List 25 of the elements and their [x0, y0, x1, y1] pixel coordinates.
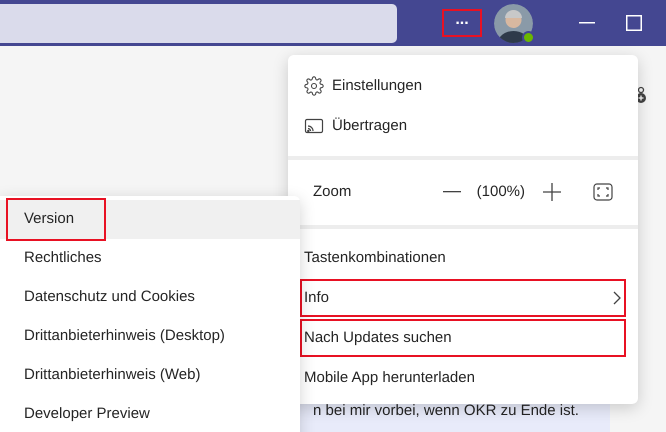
settings-icon: [304, 76, 324, 96]
minimize-icon[interactable]: [579, 22, 595, 24]
menu-item[interactable]: Übertragen: [302, 109, 624, 143]
submenu-item[interactable]: Drittanbieterhinweis (Web): [8, 356, 230, 395]
zoom-label: Zoom: [313, 182, 352, 202]
cast-icon: [304, 117, 324, 135]
submenu-item[interactable]: Developer Preview: [8, 395, 180, 432]
submenu-item[interactable]: Drittanbieterhinweis (Desktop): [8, 317, 255, 356]
avatar[interactable]: [494, 4, 533, 42]
submenu-item[interactable]: Rechtliches: [8, 239, 132, 278]
menu-item[interactable]: Nach Updates suchen: [302, 321, 624, 355]
chevron-right-icon: [612, 290, 622, 306]
message-text: n bei mir vorbei, wenn OKR zu Ende ist.: [313, 402, 579, 419]
more-button[interactable]: ...: [442, 9, 482, 37]
menu-item[interactable]: Tastenkombinationen: [302, 241, 624, 275]
menu-item[interactable]: Einstellungen: [302, 69, 624, 103]
search-field[interactable]: [0, 4, 397, 42]
maximize-icon[interactable]: [626, 15, 642, 31]
status-available-icon: [522, 30, 535, 44]
zoom-level: (100%): [476, 182, 525, 202]
submenu-item[interactable]: Datenschutz und Cookies: [8, 278, 225, 317]
zoom-in-icon[interactable]: [543, 183, 561, 201]
menu-item[interactable]: Info: [302, 281, 624, 315]
fullscreen-icon[interactable]: [593, 183, 613, 201]
menu-item[interactable]: Mobile App herunterladen: [302, 361, 624, 395]
